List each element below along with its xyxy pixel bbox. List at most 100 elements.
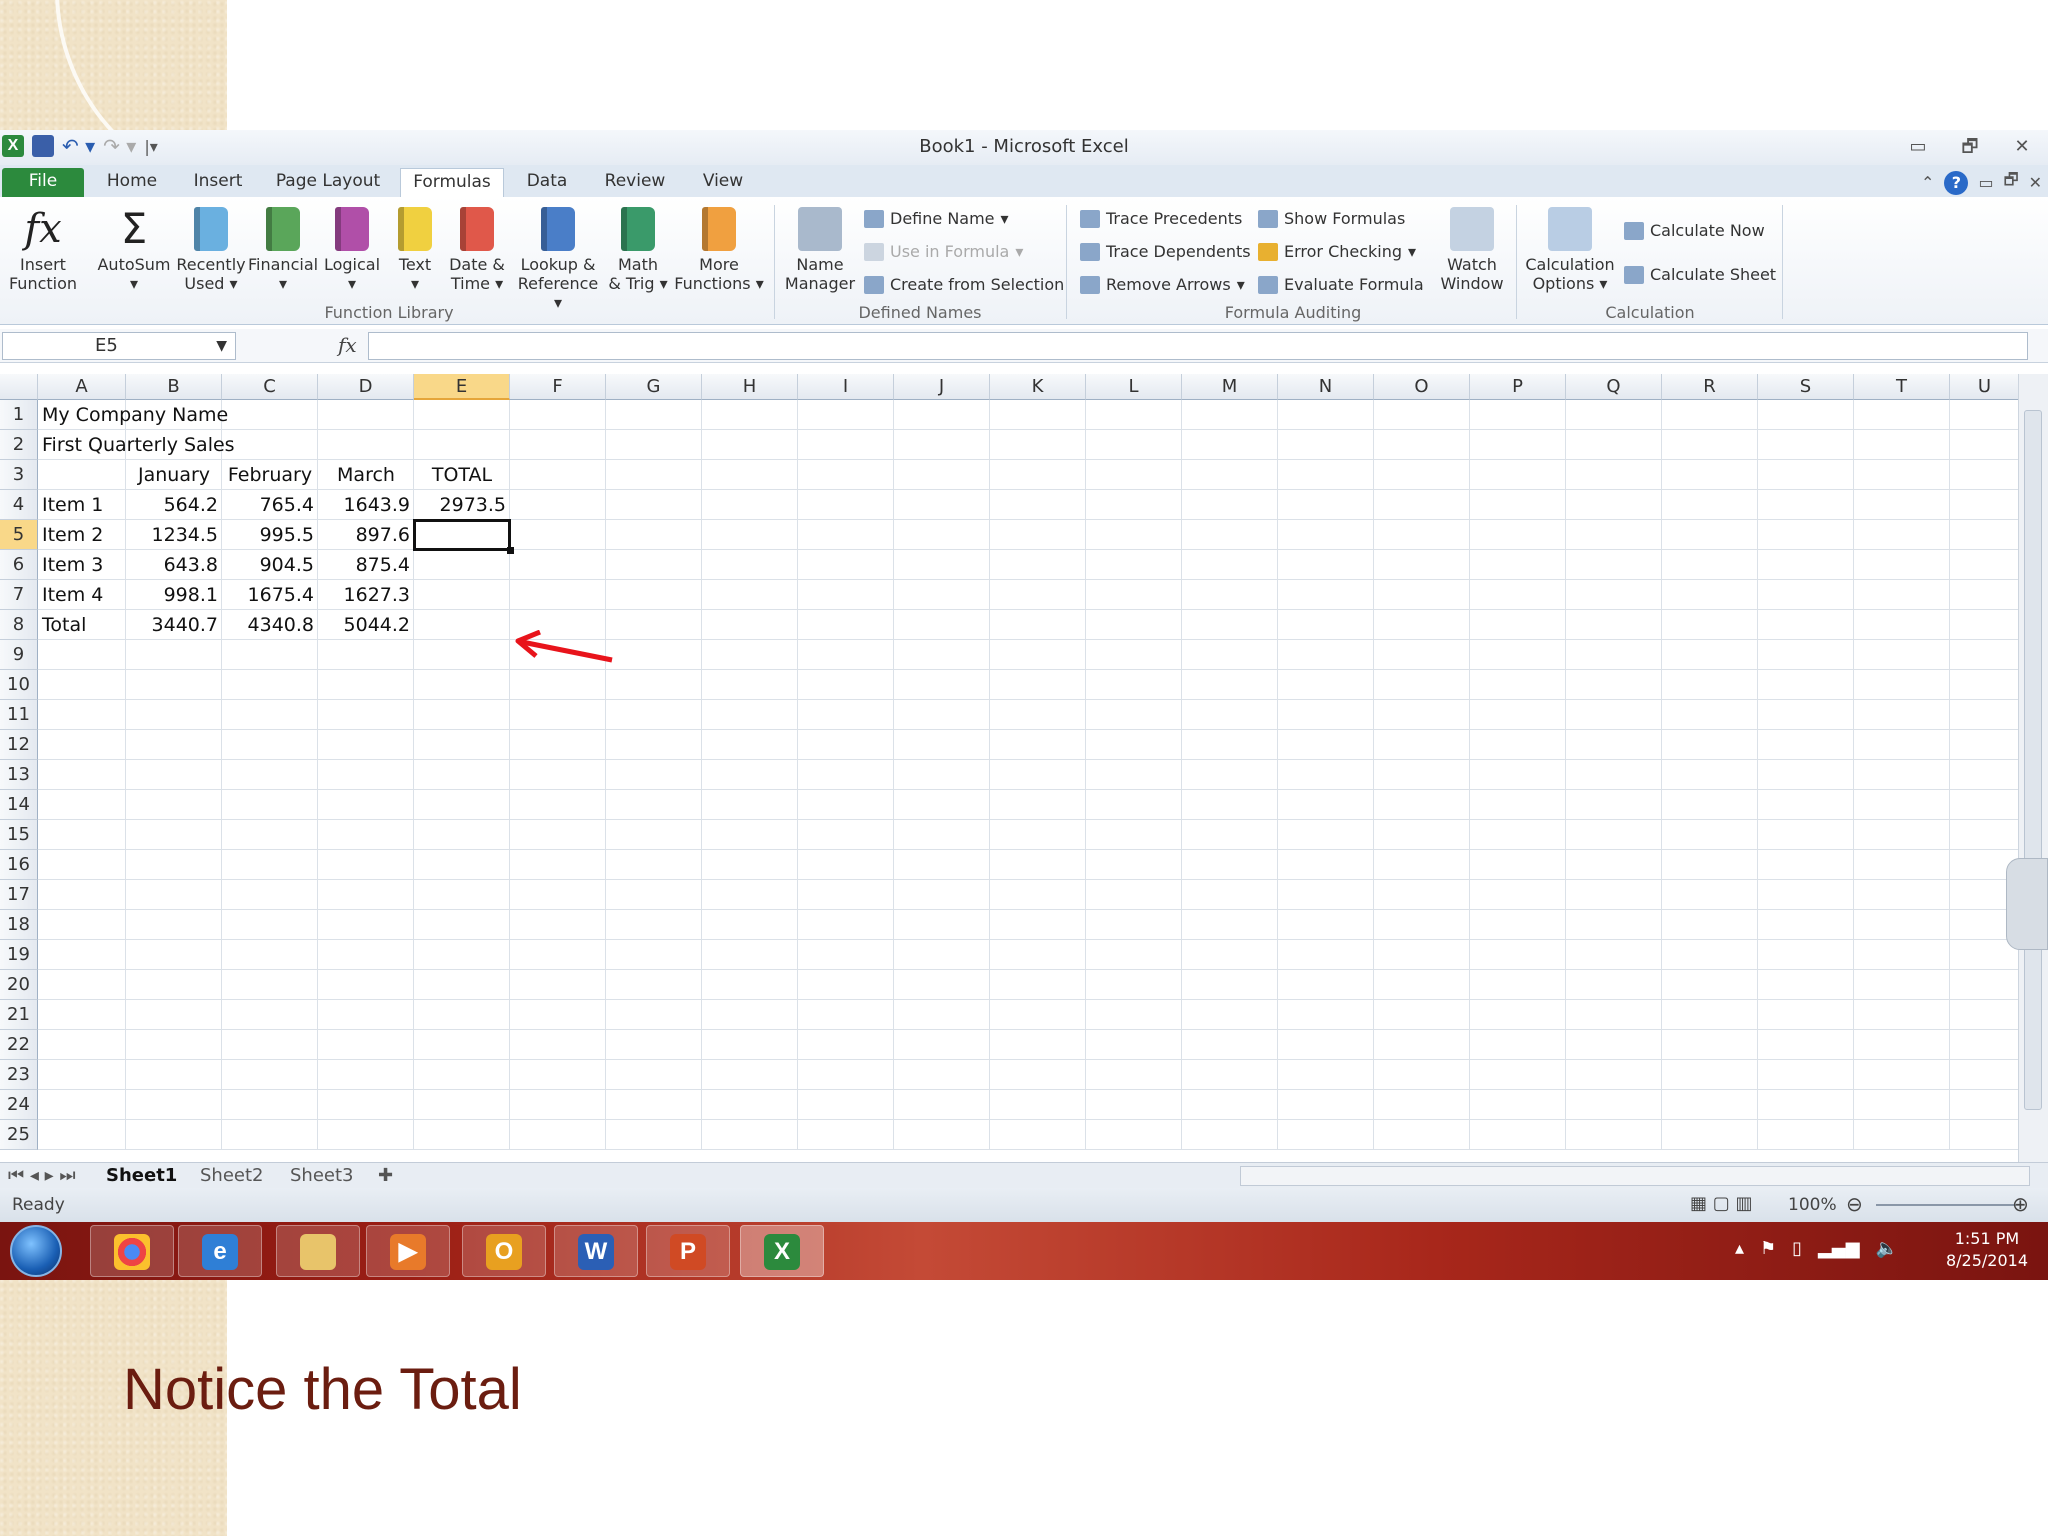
network-icon[interactable]: ▂▄▆: [1818, 1238, 1860, 1259]
restore-button[interactable]: 🗗: [1944, 132, 1996, 162]
cell-d7[interactable]: 1627.3: [318, 580, 414, 610]
sheet-nav-arrows-icon[interactable]: ⏮ ◂ ▸ ⏭: [8, 1165, 76, 1186]
cell-b3[interactable]: January: [126, 460, 222, 490]
cell-b5[interactable]: 1234.5: [126, 520, 222, 550]
row-header-12[interactable]: 12: [0, 730, 38, 760]
row-header-8[interactable]: 8: [0, 610, 38, 640]
cell-b6[interactable]: 643.8: [126, 550, 222, 580]
sheet-tab-3[interactable]: Sheet3: [290, 1165, 354, 1186]
word-taskbar-icon[interactable]: W: [554, 1225, 638, 1277]
define-name-button[interactable]: Define Name ▾: [864, 209, 1009, 228]
excel-taskbar-icon[interactable]: X: [740, 1225, 824, 1277]
row-header-3[interactable]: 3: [0, 460, 38, 490]
cell-c7[interactable]: 1675.4: [222, 580, 318, 610]
view-buttons-icon[interactable]: ▦ ▢ ▥: [1690, 1193, 1752, 1214]
cell-e4[interactable]: 2973.5: [414, 490, 510, 520]
row-header-1[interactable]: 1: [0, 400, 38, 430]
row-header-16[interactable]: 16: [0, 850, 38, 880]
row-header-18[interactable]: 18: [0, 910, 38, 940]
column-header-u[interactable]: U: [1950, 374, 2020, 400]
cell-a4[interactable]: Item 1: [38, 490, 126, 520]
watch-window-button[interactable]: Watch Window: [1434, 207, 1510, 293]
formula-input[interactable]: [368, 332, 2028, 360]
minimize-button[interactable]: ▭: [1892, 132, 1944, 162]
calculate-now-button[interactable]: Calculate Now: [1624, 221, 1765, 240]
power-icon[interactable]: ▯: [1792, 1238, 1802, 1259]
logical-button[interactable]: Logical ▾: [320, 207, 384, 293]
doc-minimize-icon[interactable]: ▭: [1978, 173, 1993, 192]
outlook-taskbar-icon[interactable]: O: [462, 1225, 546, 1277]
show-hidden-icons-icon[interactable]: ▴: [1735, 1238, 1744, 1259]
row-header-20[interactable]: 20: [0, 970, 38, 1000]
column-header-i[interactable]: I: [798, 374, 894, 400]
row-header-13[interactable]: 13: [0, 760, 38, 790]
calculation-options-button[interactable]: Calculation Options ▾: [1522, 207, 1618, 293]
calculate-sheet-button[interactable]: Calculate Sheet: [1624, 265, 1776, 284]
tab-data[interactable]: Data: [516, 168, 578, 197]
create-from-selection-button[interactable]: Create from Selection: [864, 275, 1064, 294]
row-header-21[interactable]: 21: [0, 1000, 38, 1030]
active-cell-selection[interactable]: [413, 519, 514, 554]
column-header-n[interactable]: N: [1278, 374, 1374, 400]
doc-close-icon[interactable]: ✕: [2029, 173, 2042, 192]
column-header-r[interactable]: R: [1662, 374, 1758, 400]
horizontal-scrollbar[interactable]: [1240, 1166, 2030, 1186]
evaluate-formula-button[interactable]: Evaluate Formula: [1258, 275, 1424, 294]
tab-insert[interactable]: Insert: [180, 168, 256, 197]
row-header-10[interactable]: 10: [0, 670, 38, 700]
column-header-p[interactable]: P: [1470, 374, 1566, 400]
recently-used-button[interactable]: Recently Used ▾: [176, 207, 246, 293]
insert-function-button[interactable]: fx Insert Function: [4, 207, 82, 293]
close-button[interactable]: ✕: [1996, 132, 2048, 162]
action-center-flag-icon[interactable]: ⚑: [1760, 1238, 1776, 1259]
help-icon[interactable]: ?: [1944, 170, 1969, 195]
column-header-e[interactable]: E: [414, 374, 510, 400]
tab-page-layout[interactable]: Page Layout: [268, 168, 388, 197]
vertical-scroll-thumb[interactable]: [2024, 410, 2042, 1110]
cell-c5[interactable]: 995.5: [222, 520, 318, 550]
insert-sheet-icon[interactable]: ✚: [378, 1165, 393, 1186]
cell-b4[interactable]: 564.2: [126, 490, 222, 520]
cell-d8[interactable]: 5044.2: [318, 610, 414, 640]
zoom-level[interactable]: 100%: [1788, 1195, 1837, 1215]
vertical-scrollbar[interactable]: [2018, 374, 2048, 1164]
column-header-q[interactable]: Q: [1566, 374, 1662, 400]
row-header-19[interactable]: 19: [0, 940, 38, 970]
row-header-9[interactable]: 9: [0, 640, 38, 670]
use-in-formula-button[interactable]: Use in Formula ▾: [864, 242, 1023, 261]
remove-arrows-button[interactable]: Remove Arrows ▾: [1080, 275, 1245, 294]
cell-d4[interactable]: 1643.9: [318, 490, 414, 520]
column-header-g[interactable]: G: [606, 374, 702, 400]
cell-a2[interactable]: First Quarterly Sales: [38, 430, 298, 460]
cell-d3[interactable]: March: [318, 460, 414, 490]
file-explorer-taskbar-icon[interactable]: [276, 1225, 360, 1277]
cell-a1[interactable]: My Company Name: [38, 400, 298, 430]
more-functions-button[interactable]: More Functions ▾: [672, 207, 766, 293]
cell-a8[interactable]: Total: [38, 610, 126, 640]
column-header-m[interactable]: M: [1182, 374, 1278, 400]
minimize-ribbon-icon[interactable]: ⌃: [1921, 173, 1934, 192]
column-header-j[interactable]: J: [894, 374, 990, 400]
row-header-6[interactable]: 6: [0, 550, 38, 580]
cell-a7[interactable]: Item 4: [38, 580, 126, 610]
doc-restore-icon[interactable]: 🗗: [2004, 169, 2019, 196]
row-header-24[interactable]: 24: [0, 1090, 38, 1120]
internet-explorer-taskbar-icon[interactable]: e: [178, 1225, 262, 1277]
show-formulas-button[interactable]: Show Formulas: [1258, 209, 1405, 228]
tab-formulas[interactable]: Formulas: [400, 168, 504, 197]
row-header-2[interactable]: 2: [0, 430, 38, 460]
trace-precedents-button[interactable]: Trace Precedents: [1080, 209, 1242, 228]
column-header-b[interactable]: B: [126, 374, 222, 400]
start-button-icon[interactable]: [10, 1225, 62, 1277]
clock[interactable]: 1:51 PM 8/25/2014: [1946, 1228, 2028, 1272]
row-header-15[interactable]: 15: [0, 820, 38, 850]
date-time-button[interactable]: Date & Time ▾: [446, 207, 508, 293]
name-box-dropdown-icon[interactable]: ▼: [216, 333, 227, 359]
powerpoint-taskbar-icon[interactable]: P: [646, 1225, 730, 1277]
cell-c8[interactable]: 4340.8: [222, 610, 318, 640]
row-header-17[interactable]: 17: [0, 880, 38, 910]
row-header-22[interactable]: 22: [0, 1030, 38, 1060]
row-header-4[interactable]: 4: [0, 490, 38, 520]
tab-file[interactable]: File: [2, 168, 84, 197]
column-header-o[interactable]: O: [1374, 374, 1470, 400]
